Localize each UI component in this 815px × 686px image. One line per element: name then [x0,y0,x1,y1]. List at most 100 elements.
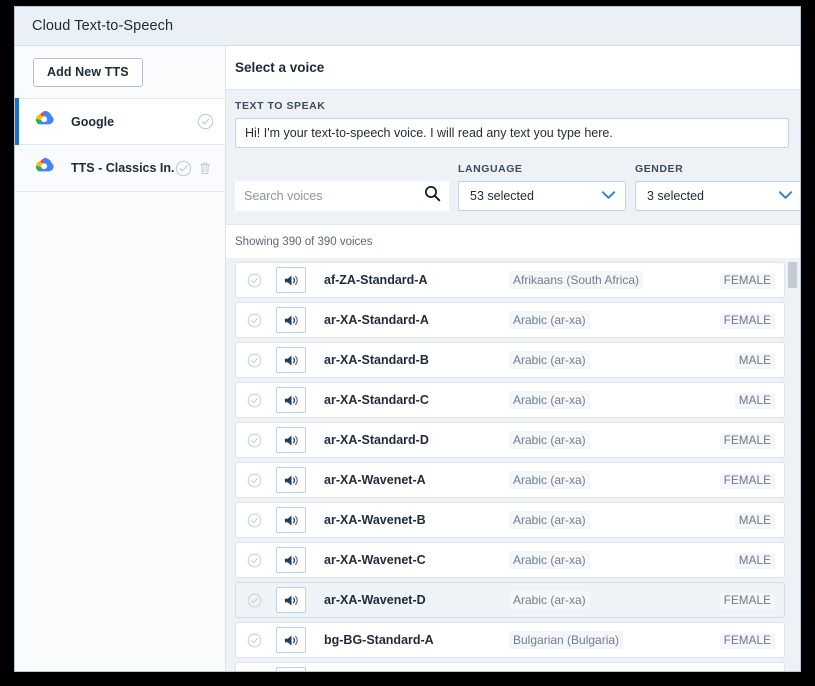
voice-language-cell: Arabic (ar-xa) [509,311,707,329]
voice-list: af-ZA-Standard-A Afrikaans (South Africa)… [226,258,785,671]
voice-row[interactable]: bg-BG-Standard-A Bulgarian (Bulgaria) FEMA… [235,622,785,658]
filters-row: Search voices LANGUAGE 53 selected GENDE… [235,163,800,224]
voice-language-cell: Arabic (ar-xa) [509,511,707,529]
add-tts-wrapper: Add New TTS [15,46,225,98]
check-circle-icon[interactable] [175,160,192,177]
gender-filter-value: 3 selected [647,189,704,203]
voice-select-check-icon[interactable] [247,313,262,328]
play-voice-speaker-icon[interactable] [276,387,306,413]
voice-name: ar-XA-Wavenet-B [324,513,426,527]
scrollbar-thumb[interactable] [788,262,797,288]
delete-trash-icon[interactable] [197,160,214,177]
voice-select-check-icon[interactable] [247,273,262,288]
voice-row[interactable]: ar-XA-Wavenet-D Arabic (ar-xa) FEMALE [235,582,785,618]
voice-name: ar-XA-Standard-B [324,353,429,367]
play-voice-speaker-icon[interactable] [276,627,306,653]
voice-language: Arabic (ar-xa) [509,551,590,569]
language-filter-value: 53 selected [470,189,534,203]
search-voices-input[interactable]: Search voices [235,181,449,211]
sidebar-item-tts-1[interactable]: TTS - Classics In... [15,145,225,192]
scrollbar-track[interactable] [788,262,797,671]
voice-gender-cell: FEMALE [707,471,775,489]
language-filter-select[interactable]: 53 selected [458,181,626,211]
chevron-down-icon[interactable] [778,187,793,205]
voice-select-check-icon[interactable] [247,633,262,648]
sidebar-item-google[interactable]: Google [15,98,225,145]
play-voice-speaker-icon[interactable] [276,307,306,333]
sidebar: Add New TTS Google TTS - Classics In... [15,46,226,671]
play-voice-speaker-icon[interactable] [276,467,306,493]
voice-gender-cell: FEMALE [707,431,775,449]
voice-name: ar-XA-Wavenet-D [324,593,426,607]
voice-language-cell: Arabic (ar-xa) [509,391,707,409]
voice-name: ar-XA-Standard-D [324,433,429,447]
sidebar-item-label: TTS - Classics In... [71,161,175,175]
language-filter-label: LANGUAGE [458,163,523,175]
voice-select-check-icon[interactable] [247,473,262,488]
main-header: Select a voice [226,46,800,90]
voice-gender-cell: FEMALE [707,631,775,649]
titlebar: Cloud Text-to-Speech [15,7,800,46]
gender-filter-select[interactable]: 3 selected [635,181,800,211]
voice-list-scrollbar[interactable] [785,258,800,671]
voice-gender: MALE [734,353,775,369]
play-voice-speaker-icon[interactable] [276,507,306,533]
voice-row[interactable]: ar-XA-Standard-D Arabic (ar-xa) FEMALE [235,422,785,458]
voice-gender-cell: FEMALE [707,271,775,289]
page-title: Select a voice [235,60,325,75]
sidebar-item-list: Google TTS - Classics In... [15,98,225,192]
play-voice-speaker-icon[interactable] [276,347,306,373]
google-cloud-logo-icon [33,108,55,135]
voice-row[interactable]: ar-XA-Wavenet-A Arabic (ar-xa) FEMALE [235,462,785,498]
language-filter-column: LANGUAGE 53 selected [458,163,626,211]
voice-select-check-icon[interactable] [247,513,262,528]
voice-name: ar-XA-Wavenet-A [324,473,426,487]
voice-row[interactable]: ar-XA-Wavenet-B Arabic (ar-xa) MALE [235,502,785,538]
voice-language: Arabic (ar-xa) [509,311,590,329]
voice-row[interactable]: ar-XA-Standard-A Arabic (ar-xa) FEMALE [235,302,785,338]
voice-gender-cell: FEMALE [707,591,775,609]
main-panel: Select a voice TEXT TO SPEAK Hi! I'm you… [226,46,800,671]
search-placeholder: Search voices [244,189,323,203]
voice-language-cell: Arabic (ar-xa) [509,431,707,449]
voice-select-check-icon[interactable] [247,353,262,368]
voice-gender: FEMALE [719,433,775,449]
text-to-speak-label: TEXT TO SPEAK [235,100,326,112]
voice-language-cell: Arabic (ar-xa) [509,591,707,609]
voice-row[interactable]: ar-XA-Standard-B Arabic (ar-xa) MALE [235,342,785,378]
voice-gender: MALE [734,513,775,529]
voice-language-cell: Bulgarian (Bulgaria) [509,631,707,649]
controls-section: TEXT TO SPEAK Hi! I'm your text-to-speec… [226,90,800,224]
sidebar-item-actions [197,113,225,130]
voice-select-check-icon[interactable] [247,553,262,568]
voice-gender-cell: MALE [707,511,775,529]
window-title: Cloud Text-to-Speech [32,18,174,34]
google-cloud-logo-icon [33,155,55,182]
search-icon[interactable] [424,185,441,207]
body-split: Add New TTS Google TTS - Classics In... S… [15,46,800,671]
voice-language: Afrikaans (South Africa) [509,271,644,289]
play-voice-speaker-icon[interactable] [276,667,306,671]
voice-name: af-ZA-Standard-A [324,273,428,287]
voice-select-check-icon[interactable] [247,593,262,608]
voice-row[interactable]: ar-XA-Wavenet-C Arabic (ar-xa) MALE [235,542,785,578]
play-voice-speaker-icon[interactable] [276,427,306,453]
voice-language: Arabic (ar-xa) [509,351,590,369]
showing-count-text: Showing 390 of 390 voices [226,224,800,258]
voice-language: Arabic (ar-xa) [509,591,590,609]
voice-language-cell: Afrikaans (South Africa) [509,271,707,289]
add-new-tts-button[interactable]: Add New TTS [33,58,143,87]
voice-row[interactable]: af-ZA-Standard-A Afrikaans (South Africa)… [235,262,785,298]
play-voice-speaker-icon[interactable] [276,587,306,613]
text-to-speak-input[interactable]: Hi! I'm your text-to-speech voice. I wil… [235,118,789,148]
play-voice-speaker-icon[interactable] [276,547,306,573]
chevron-down-icon[interactable] [601,187,616,205]
voice-language: Bulgarian (Bulgaria) [509,631,624,649]
voice-row[interactable]: ar-XA-Standard-C Arabic (ar-xa) MALE [235,382,785,418]
play-voice-speaker-icon[interactable] [276,267,306,293]
check-circle-icon[interactable] [197,113,214,130]
voice-select-check-icon[interactable] [247,433,262,448]
voice-select-check-icon[interactable] [247,393,262,408]
voice-row[interactable]: bn-IN-Standard-ABangla (India)FEMALE [235,662,785,671]
gender-filter-column: GENDER 3 selected [635,163,800,211]
